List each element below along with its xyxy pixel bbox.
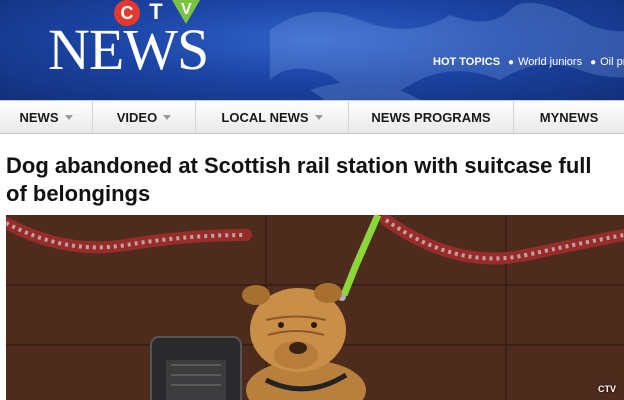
dog-photo-illustration bbox=[6, 215, 624, 400]
photo-credit: CTV bbox=[598, 384, 616, 394]
dropdown-caret-icon bbox=[64, 114, 73, 120]
world-map-background bbox=[270, 2, 624, 100]
nav-item-label: LOCAL NEWS bbox=[221, 109, 309, 125]
nav-item-local-news[interactable]: LOCAL NEWS bbox=[196, 101, 349, 133]
hot-topics-label: HOT TOPICS bbox=[433, 56, 501, 68]
news-wordmark: NEWS bbox=[48, 17, 209, 82]
hot-topic-link[interactable]: World juniors bbox=[518, 56, 582, 68]
site-header-banner: C T V NEWS HOT TOPICS ● World juniors ● … bbox=[0, 0, 624, 100]
nav-item-label: VIDEO bbox=[116, 109, 158, 125]
bullet-dot-icon: ● bbox=[508, 56, 515, 68]
article-headline: Dog abandoned at Scottish rail station w… bbox=[6, 153, 592, 206]
ctv-news-logo[interactable]: C T V NEWS bbox=[44, 0, 214, 90]
nav-item-news[interactable]: NEWS bbox=[0, 101, 93, 133]
nav-item-video[interactable]: VIDEO bbox=[93, 101, 196, 133]
dropdown-caret-icon bbox=[163, 114, 172, 120]
article-photo[interactable]: CTV bbox=[6, 215, 624, 400]
nav-item-label: NEWS PROGRAMS bbox=[371, 109, 491, 125]
nav-item-label: NEWS bbox=[19, 109, 59, 125]
dropdown-caret-icon bbox=[314, 114, 323, 120]
bullet-dot-icon: ● bbox=[590, 56, 597, 68]
nav-item-label: MYNEWS bbox=[539, 109, 599, 125]
nav-item-news-programs[interactable]: NEWS PROGRAMS bbox=[349, 101, 514, 133]
main-navigation: NEWS VIDEO LOCAL NEWS NEWS PROGRAMS MYNE… bbox=[0, 100, 624, 134]
hot-topic-link[interactable]: Oil pr bbox=[600, 56, 624, 68]
nav-item-mynews[interactable]: MYNEWS bbox=[514, 101, 624, 133]
hot-topics-bar: HOT TOPICS ● World juniors ● Oil pr bbox=[433, 56, 624, 68]
